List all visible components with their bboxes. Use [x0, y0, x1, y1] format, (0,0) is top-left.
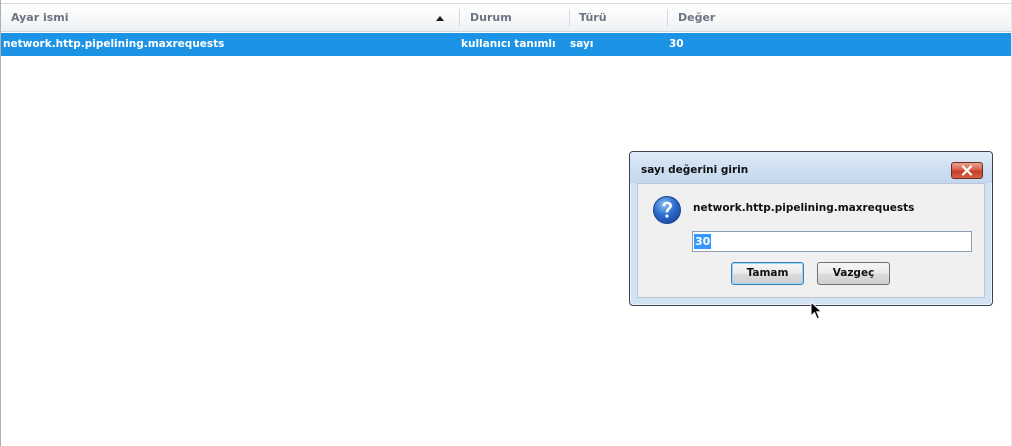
column-header-name[interactable]: Ayar ismi [11, 4, 451, 31]
column-header-type-label: Türü [579, 11, 607, 24]
ok-button[interactable]: Tamam [731, 262, 804, 285]
row-status: kullanıcı tanımlı [461, 38, 556, 50]
column-header-value[interactable]: Değer [678, 4, 998, 31]
dialog-body: network.http.pipelining.maxrequests 30 T… [637, 183, 985, 298]
close-button[interactable] [951, 162, 983, 179]
column-header: Ayar ismi Durum Türü Değer [1, 3, 1011, 32]
column-separator[interactable] [667, 9, 668, 27]
row-preference-name: network.http.pipelining.maxrequests [3, 38, 225, 50]
enter-value-dialog: sayı değerini girin network.http.pipelin… [629, 151, 993, 306]
table-row[interactable]: network.http.pipelining.maxrequests kull… [1, 33, 1011, 56]
column-separator[interactable] [569, 9, 570, 27]
dialog-message: network.http.pipelining.maxrequests [693, 202, 915, 214]
sort-ascending-icon [436, 16, 444, 21]
about-config-window: Ayar ismi Durum Türü Değer network.http.… [0, 0, 1012, 446]
mouse-cursor-icon [810, 301, 823, 320]
column-header-status[interactable]: Durum [470, 4, 568, 31]
column-header-type[interactable]: Türü [579, 4, 667, 31]
row-type: sayı [570, 38, 594, 50]
value-input[interactable] [692, 231, 972, 252]
column-separator[interactable] [459, 9, 460, 27]
question-icon [653, 196, 681, 224]
close-icon [961, 165, 973, 176]
row-value: 30 [669, 38, 684, 50]
column-header-value-label: Değer [678, 11, 716, 24]
dialog-titlebar[interactable]: sayı değerini girin [630, 152, 992, 183]
selected-input-text: 30 [694, 234, 712, 249]
column-header-name-label: Ayar ismi [11, 11, 69, 24]
window-border-left [0, 0, 1, 446]
dialog-title: sayı değerini girin [641, 164, 749, 176]
cancel-button[interactable]: Vazgeç [817, 262, 890, 285]
column-header-status-label: Durum [470, 11, 512, 24]
